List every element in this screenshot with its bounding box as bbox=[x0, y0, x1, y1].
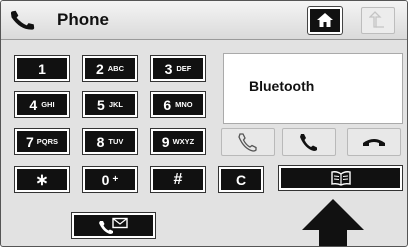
key-5[interactable]: 5 JKL bbox=[83, 92, 137, 117]
key-6[interactable]: 6 MNO bbox=[151, 92, 205, 117]
back-arrow-icon bbox=[369, 11, 384, 28]
key-digit: 8 bbox=[96, 133, 105, 150]
call-button[interactable] bbox=[282, 128, 336, 156]
voicemail-button[interactable] bbox=[72, 213, 155, 238]
key-1[interactable]: 1 bbox=[15, 56, 69, 81]
key-3[interactable]: 3 DEF bbox=[151, 56, 205, 81]
key-8[interactable]: 8 TUV bbox=[83, 129, 137, 154]
handset-outline-icon bbox=[238, 133, 257, 152]
phonebook-icon bbox=[330, 170, 351, 186]
key-letters: TUV bbox=[108, 137, 124, 146]
key-hash[interactable]: # bbox=[151, 167, 205, 192]
key-letters: JKL bbox=[108, 100, 123, 109]
key-digit: 5 bbox=[97, 96, 105, 113]
key-7[interactable]: 7 PQRS bbox=[15, 129, 69, 154]
end-call-button[interactable] bbox=[347, 128, 401, 156]
key-digit: 6 bbox=[163, 96, 172, 113]
clear-label: C bbox=[235, 171, 247, 188]
key-digit: 9 bbox=[161, 133, 170, 150]
redial-button[interactable] bbox=[221, 128, 275, 156]
key-digit: 2 bbox=[95, 60, 104, 77]
key-letters: + bbox=[112, 174, 119, 185]
key-letters: PQRS bbox=[36, 137, 59, 146]
phone-handset-icon bbox=[10, 10, 35, 30]
key-digit: ∗ bbox=[35, 171, 49, 189]
clear-button[interactable]: C bbox=[219, 167, 263, 192]
key-digit: # bbox=[173, 170, 183, 188]
header-bar: Phone bbox=[1, 1, 407, 40]
key-digit: 1 bbox=[38, 60, 46, 77]
key-star[interactable]: ∗ bbox=[15, 167, 69, 192]
phone-screen: Phone 1 2 ABC 3 DEF 4 GHI 5 JKL 6 MNO 7 … bbox=[0, 0, 408, 247]
key-letters: DEF bbox=[176, 64, 192, 73]
key-9[interactable]: 9 WXYZ bbox=[151, 129, 205, 154]
key-digit: 7 bbox=[25, 133, 34, 150]
connection-status: Bluetooth bbox=[249, 78, 315, 94]
phonebook-button[interactable] bbox=[279, 166, 402, 190]
key-4[interactable]: 4 GHI bbox=[15, 92, 69, 117]
key-digit: 0 bbox=[101, 171, 110, 188]
status-display: Bluetooth bbox=[223, 53, 403, 124]
key-letters: ABC bbox=[107, 64, 125, 73]
back-button[interactable] bbox=[361, 7, 395, 34]
voicemail-handset-icon bbox=[98, 217, 128, 234]
key-letters: MNO bbox=[175, 100, 193, 109]
key-digit: 4 bbox=[29, 96, 38, 113]
key-letters: WXYZ bbox=[172, 137, 195, 146]
page-title: Phone bbox=[57, 10, 109, 29]
key-letters: GHI bbox=[41, 100, 55, 109]
key-0[interactable]: 0 + bbox=[83, 167, 137, 192]
home-icon bbox=[317, 13, 333, 27]
key-digit: 3 bbox=[164, 60, 173, 77]
home-button[interactable] bbox=[308, 7, 342, 34]
key-2[interactable]: 2 ABC bbox=[83, 56, 137, 81]
call-handset-icon bbox=[300, 134, 317, 151]
end-call-icon bbox=[363, 139, 385, 146]
up-arrow-pointer-icon bbox=[302, 199, 364, 246]
